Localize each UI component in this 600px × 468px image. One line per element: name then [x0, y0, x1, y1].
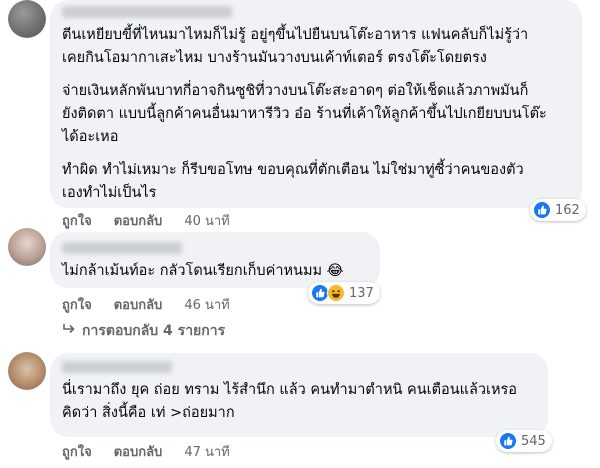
comment-text: จ่ายเงินหลักพันบาทกี่อาจกินซูชิที่วางบนโ…	[62, 83, 547, 145]
comment-actions: ถูกใจ ตอบกลับ 40 นาที	[62, 210, 230, 231]
avatar[interactable]	[8, 228, 46, 266]
reaction-summary[interactable]: 545	[496, 430, 552, 452]
like-button[interactable]: ถูกใจ	[62, 210, 92, 231]
reaction-count: 162	[555, 202, 580, 218]
comment-text: นี่เรามาถึง ยุค ถ่อย ทราม ไร้สำนึก แล้ว …	[62, 382, 518, 421]
haha-reaction-icon	[327, 284, 345, 302]
reaction-summary[interactable]: 137	[308, 282, 380, 304]
reply-arrow-icon	[62, 323, 76, 339]
avatar[interactable]	[8, 0, 46, 38]
reply-button[interactable]: ตอบกลับ	[114, 210, 163, 231]
comment-text: ทำผิด ทำไม่เหมาะ ก็รีบขอโทษ ขอบคุณที่ตัก…	[62, 162, 524, 201]
like-reaction-icon	[499, 432, 517, 450]
comment-actions: ถูกใจ ตอบกลับ 46 นาที	[62, 294, 230, 315]
comment-text: ตีนเหยียบขี้ที่ไหนมาไหมก็ไม่รู้ อยู่ๆขึ้…	[62, 27, 529, 66]
reply-button[interactable]: ตอบกลับ	[114, 294, 163, 315]
comment-bubble: ไม่กล้าเม้นท์อะ กลัวโดนเรียกเก็บค่าหนมม …	[50, 232, 380, 288]
reply-button[interactable]: ตอบกลับ	[114, 441, 163, 462]
reaction-count: 545	[521, 433, 546, 449]
author-name[interactable]	[62, 361, 172, 373]
author-name[interactable]	[62, 6, 232, 18]
timestamp[interactable]: 47 นาที	[184, 441, 229, 462]
avatar[interactable]	[8, 352, 46, 390]
like-button[interactable]: ถูกใจ	[62, 294, 92, 315]
reaction-count: 137	[349, 285, 374, 301]
timestamp[interactable]: 46 นาที	[184, 294, 229, 315]
view-replies-label[interactable]: การตอบกลับ 4 รายการ	[82, 320, 225, 342]
author-name[interactable]	[62, 242, 182, 254]
comment-bubble: ตีนเหยียบขี้ที่ไหนมาไหมก็ไม่รู้ อยู่ๆขึ้…	[50, 0, 582, 208]
like-button[interactable]: ถูกใจ	[62, 441, 92, 462]
comment-text: ไม่กล้าเม้นท์อะ กลัวโดนเรียกเก็บค่าหนมม …	[62, 263, 344, 279]
timestamp[interactable]: 40 นาที	[184, 210, 229, 231]
comment-actions: ถูกใจ ตอบกลับ 47 นาที	[62, 441, 230, 462]
reaction-summary[interactable]: 162	[530, 199, 586, 221]
like-reaction-icon	[533, 201, 551, 219]
comment-bubble: นี่เรามาถึง ยุค ถ่อย ทราม ไร้สำนึก แล้ว …	[50, 353, 548, 437]
view-replies-link[interactable]: การตอบกลับ 4 รายการ	[62, 320, 225, 342]
